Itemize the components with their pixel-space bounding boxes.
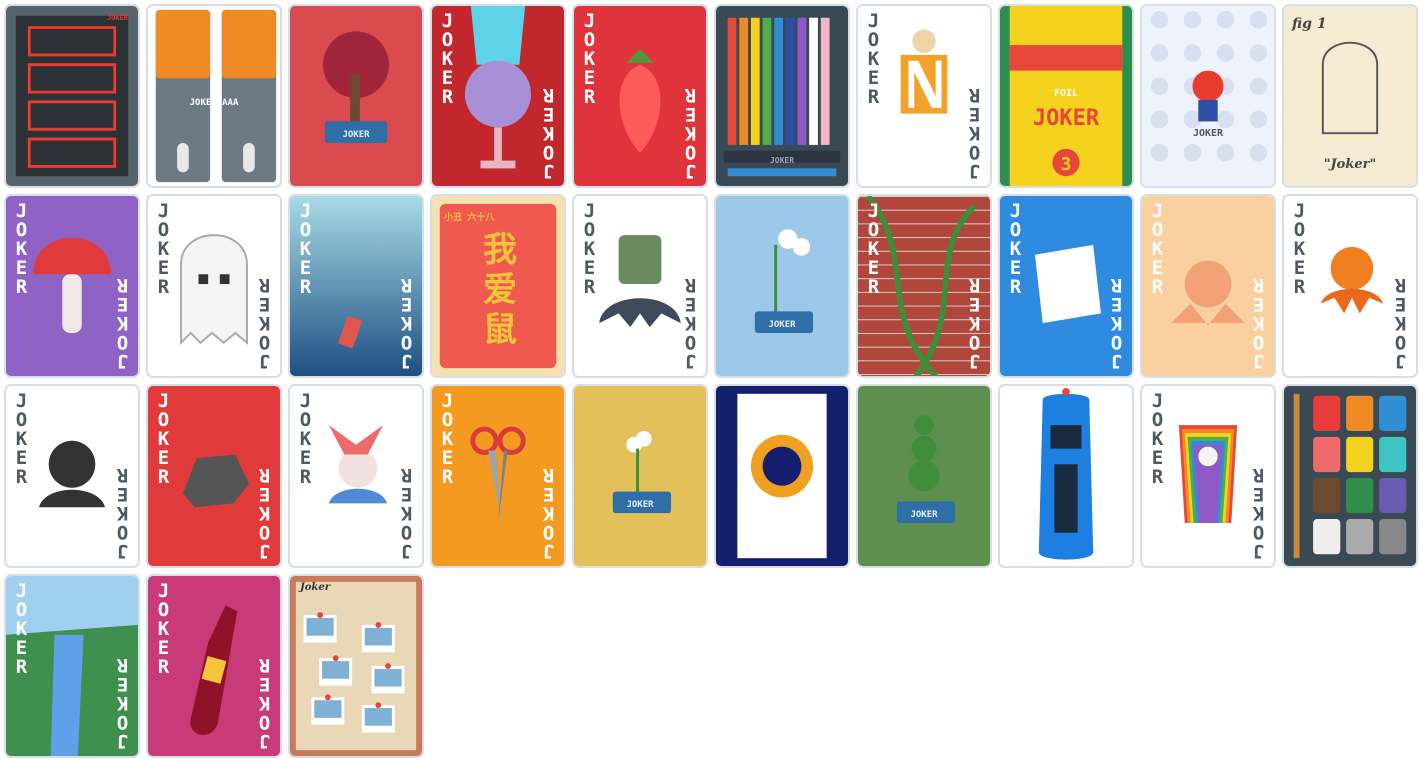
card-orchid[interactable]: JOKER bbox=[714, 194, 850, 378]
corner-label-bottom: J O K E R bbox=[259, 654, 271, 752]
card-caption: JOKER bbox=[769, 156, 795, 165]
card-bonsai-tree[interactable]: JOKER bbox=[288, 4, 424, 188]
corner-label-top: J O K E R bbox=[583, 10, 595, 108]
corner-label-bottom: J O K E R bbox=[117, 464, 129, 562]
card-waterfall[interactable]: J O K E RJ O K E R bbox=[4, 574, 140, 758]
corner-label-top: J O K E R bbox=[15, 580, 27, 678]
corner-label-top: J O K E R bbox=[867, 10, 879, 108]
card-wine-bottle[interactable]: J O K E RJ O K E R bbox=[146, 574, 282, 758]
card-numbers-joker[interactable]: J O K E RJ O K E R bbox=[856, 4, 992, 188]
corner-label-top: J O K E R bbox=[157, 580, 169, 678]
card-caption: JOKER bbox=[910, 510, 938, 520]
corner-label-bottom: J O K E R bbox=[117, 654, 129, 752]
card-caption: JOKER bbox=[626, 500, 654, 510]
corner-label-top: J O K E R bbox=[1293, 200, 1305, 298]
corner-label-bottom: J O K E R bbox=[401, 274, 413, 372]
card-subtitle: fig 1 bbox=[1292, 16, 1327, 32]
corner-label-top: J O K E R bbox=[1151, 200, 1163, 298]
card-subtitle: 小丑 六十八 bbox=[444, 213, 495, 223]
corner-label-top: J O K E R bbox=[15, 390, 27, 488]
corner-label-bottom: J O K E R bbox=[543, 464, 555, 562]
corner-label-bottom: J O K E R bbox=[1111, 274, 1123, 372]
corner-label-top: J O K E R bbox=[441, 390, 453, 488]
card-caption: JOKER bbox=[342, 130, 370, 140]
corner-label-top: J O K E R bbox=[583, 200, 595, 298]
card-photo-board[interactable]: Joker bbox=[288, 574, 424, 758]
card-caption: "Joker" bbox=[1323, 157, 1377, 172]
corner-label-bottom: J O K E R bbox=[969, 84, 981, 182]
corner-label-bottom: J O K E R bbox=[1395, 274, 1407, 372]
alarm-clock-art bbox=[6, 6, 138, 186]
card-paint-palette[interactable] bbox=[1282, 384, 1418, 568]
corner-label-top: J O K E R bbox=[1009, 200, 1021, 298]
batteries-art bbox=[148, 6, 280, 186]
corner-label-top: J O K E R bbox=[157, 390, 169, 488]
card-frankenstein[interactable]: J O K E RJ O K E R bbox=[572, 194, 708, 378]
sports-car-art bbox=[1000, 386, 1132, 566]
corner-label-bottom: J O K E R bbox=[969, 274, 981, 372]
corner-label-top: J O K E R bbox=[1151, 390, 1163, 488]
card-caption: JOKER AAA bbox=[189, 98, 239, 108]
card-colored-pencils[interactable]: JOKER bbox=[714, 4, 850, 188]
card-topiary[interactable]: JOKER bbox=[856, 384, 992, 568]
corner-label-bottom: J O K E R bbox=[259, 464, 271, 562]
topiary-art bbox=[858, 386, 990, 566]
card-number: 3 bbox=[1060, 154, 1072, 175]
bonsai-tree-art bbox=[290, 6, 422, 186]
corner-label-top: J O K E R bbox=[299, 200, 311, 298]
card-crayons[interactable]: JOKER FOIL 3 bbox=[998, 4, 1134, 188]
corner-label-top: J O K E R bbox=[867, 200, 879, 298]
card-strawberry[interactable]: J O K E RJ O K E R bbox=[572, 4, 708, 188]
card-rainbow-joker[interactable]: J O K E RJ O K E R bbox=[1140, 384, 1276, 568]
card-batteries[interactable]: JOKER AAA bbox=[146, 4, 282, 188]
card-faded-joker[interactable]: J O K E RJ O K E R bbox=[1140, 194, 1276, 378]
card-alarm-clock[interactable]: JOKER bbox=[4, 4, 140, 188]
card-vines[interactable]: J O K E RJ O K E R bbox=[856, 194, 992, 378]
card-pattern-joker[interactable]: JOKER bbox=[1140, 4, 1276, 188]
corner-label-bottom: J O K E R bbox=[1253, 464, 1265, 562]
card-rock[interactable]: J O K E RJ O K E R bbox=[146, 384, 282, 568]
corner-label-bottom: J O K E R bbox=[685, 274, 697, 372]
card-brainstorm[interactable]: J O K E RJ O K E R bbox=[430, 4, 566, 188]
card-lily[interactable]: JOKER bbox=[572, 384, 708, 568]
card-rainy[interactable]: J O K E RJ O K E R bbox=[288, 194, 424, 378]
corner-label-top: J O K E R bbox=[15, 200, 27, 298]
pattern-joker-art bbox=[1142, 6, 1274, 186]
card-clouds-joker[interactable]: J O K E RJ O K E R bbox=[288, 384, 424, 568]
card-caption: JOKER bbox=[1032, 106, 1100, 131]
japanese-card-art bbox=[716, 386, 848, 566]
card-caption: JOKER bbox=[768, 544, 796, 554]
corner-label-bottom: J O K E R bbox=[117, 274, 129, 372]
lily-art bbox=[574, 386, 706, 566]
corner-label-bottom: J O K E R bbox=[259, 274, 271, 372]
corner-label-bottom: J O K E R bbox=[1253, 274, 1265, 372]
card-japanese-card[interactable]: JOKER bbox=[714, 384, 850, 568]
card-sketch-joker[interactable]: "Joker" fig 1 bbox=[1282, 4, 1418, 188]
card-collection-grid: JOKER JOKER AAA JOKER J O K E R J O K E R J O… bbox=[0, 0, 1420, 760]
card-caption: JOKER bbox=[768, 320, 796, 330]
card-caption: JOKER bbox=[106, 14, 128, 22]
card-scissors[interactable]: J O K E RJ O K E R bbox=[430, 384, 566, 568]
corner-label-top: J O K E R bbox=[441, 10, 453, 108]
paint-palette-art bbox=[1284, 386, 1416, 566]
corner-label-bottom: J O K E R bbox=[543, 84, 555, 182]
card-pumpkin[interactable]: J O K E RJ O K E R bbox=[1282, 194, 1418, 378]
card-caption: JOKER bbox=[1192, 128, 1224, 139]
corner-label-bottom: J O K E R bbox=[401, 464, 413, 562]
card-sports-car[interactable] bbox=[998, 384, 1134, 568]
card-mushroom[interactable]: J O K E RJ O K E R bbox=[4, 194, 140, 378]
card-scroll[interactable]: J O K E RJ O K E R bbox=[998, 194, 1134, 378]
card-caption: 我爱鼠 bbox=[483, 230, 517, 350]
corner-label-top: J O K E R bbox=[299, 390, 311, 488]
card-subtitle: FOIL bbox=[1053, 88, 1079, 99]
corner-label-top: J O K E R bbox=[157, 200, 169, 298]
photo-board-art bbox=[290, 576, 422, 756]
orchid-art bbox=[716, 196, 848, 376]
card-ghost[interactable]: J O K E RJ O K E R bbox=[146, 194, 282, 378]
card-goth-joker[interactable]: J O K E RJ O K E R bbox=[4, 384, 140, 568]
corner-label-bottom: J O K E R bbox=[685, 84, 697, 182]
card-subtitle: Joker bbox=[300, 582, 330, 593]
card-i-love-rats[interactable]: 我爱鼠 小丑 六十八 bbox=[430, 194, 566, 378]
